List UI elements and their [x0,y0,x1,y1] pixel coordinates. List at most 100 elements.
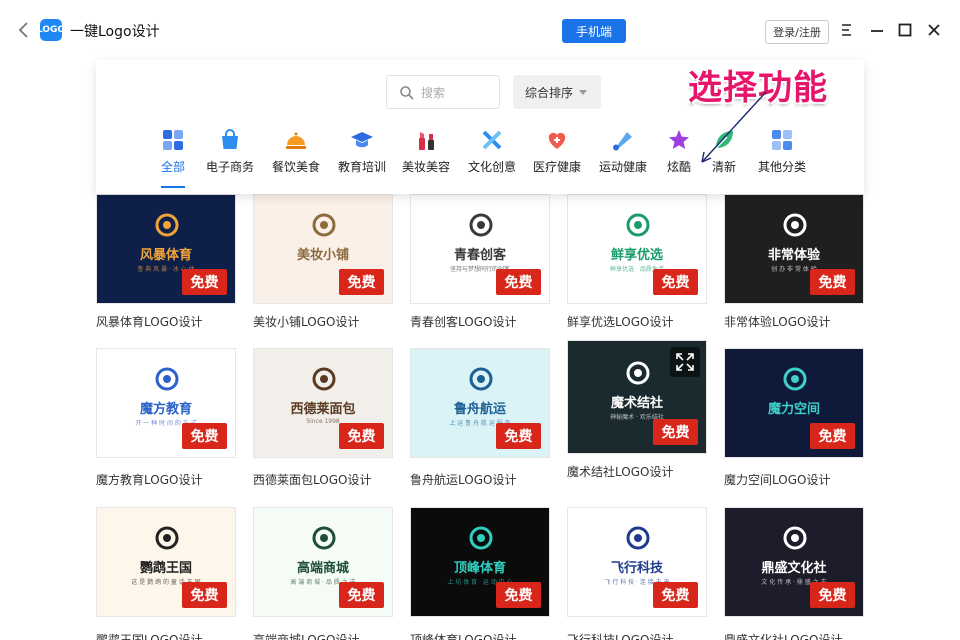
template-caption[interactable]: 鹦鹉王国LOGO设计 [96,631,246,640]
template-logo-text: 鹦鹉王国 [139,561,192,576]
template-caption[interactable]: 魔力空间LOGO设计 [724,471,874,488]
template-caption[interactable]: 美妆小铺LOGO设计 [253,313,403,330]
category-label: 炫酷 [666,160,691,174]
app-logo-icon: LOGO [36,19,66,41]
template-logo-text: 非常体验 [767,248,820,263]
category-tab-5[interactable]: 美妆美容 [391,128,461,188]
template-caption[interactable]: 鲜享优选LOGO设计 [567,313,717,330]
annotation-arrow-icon [701,91,767,163]
template-caption[interactable]: 顶峰体育LOGO设计 [410,631,560,640]
template-logo-icon [783,367,807,391]
free-badge: 免费 [653,582,698,608]
template-logo-icon [469,526,493,550]
template-logo-icon [626,361,650,385]
template-logo-icon [155,213,179,237]
template-card[interactable]: 鲜享优选 鲜享优选 · 品质生活 免费 [567,194,707,304]
free-badge: 免费 [810,423,855,449]
food-cover-icon [286,132,306,149]
minimize-icon[interactable] [869,22,885,38]
expand-icon [676,353,694,371]
template-card[interactable]: 美妆小铺 免费 [253,194,393,304]
category-label: 电子商务 [205,160,254,174]
free-badge: 免费 [496,582,541,608]
category-tab-4[interactable]: 教育培训 [327,128,397,188]
search-box[interactable] [386,75,500,109]
free-badge: 免费 [810,269,855,295]
search-input[interactable] [421,83,493,103]
template-caption[interactable]: 高端商城LOGO设计 [253,631,403,640]
template-caption[interactable]: 非常体验LOGO设计 [724,313,874,330]
template-card[interactable]: 魔方教育开 一 种 时 间 的 方 式免费 [96,348,236,458]
category-label: 教育培训 [337,160,386,174]
template-card[interactable]: 魔术结社 神秘魔术 · 欢乐结社 免费 [567,340,707,454]
template-caption[interactable]: 西德莱面包LOGO设计 [253,471,403,488]
category-label: 医疗健康 [532,160,581,174]
template-caption[interactable]: 飞行科技LOGO设计 [567,631,717,640]
template-card[interactable]: 青春创客 坚持与梦想同行的创客 免费 [410,194,550,304]
close-icon[interactable] [926,22,942,38]
free-badge: 免费 [339,423,384,449]
menu-icon[interactable] [839,22,855,38]
template-logo-text: 魔术结社 [610,396,663,411]
category-label: 美妆美容 [401,160,450,174]
chevron-down-icon [579,89,588,95]
template-caption[interactable]: 青春创客LOGO设计 [410,313,560,330]
template-logo-text: 魔力空间 [767,402,820,417]
category-label: 运动健康 [598,160,647,174]
badminton-icon [613,132,632,151]
category-tab-2[interactable]: 电子商务 [195,128,265,188]
free-badge: 免费 [496,269,541,295]
template-logo-icon [155,367,179,391]
app-title: 一键Logo设计 [70,24,160,40]
free-badge: 免费 [182,423,227,449]
template-logo-text: 风暴体育 [139,248,192,263]
template-card[interactable]: 鼎盛文化社文 化 传 承 · 鼎 盛 之 志免费 [724,507,864,617]
category-label: 文化创意 [467,160,516,174]
app-logo-text: LOGO [36,25,66,35]
template-card[interactable]: 西德莱面包 Since 1998 免费 [253,348,393,458]
search-icon [400,86,414,100]
template-caption[interactable]: 风暴体育LOGO设计 [96,313,246,330]
template-caption[interactable]: 魔术结社LOGO设计 [567,463,717,480]
category-tab-3[interactable]: 餐饮美食 [261,128,331,188]
free-badge: 免费 [653,269,698,295]
template-logo-icon [155,526,179,550]
category-tab-6[interactable]: 文化创意 [457,128,527,188]
title-bar: LOGO 一键Logo设计 手机端 登录/注册 [0,0,960,60]
mobile-version-button[interactable]: 手机端 [562,19,626,43]
category-tab-7[interactable]: 医疗健康 [522,128,592,188]
template-card[interactable]: 鹦鹉王国这 是 鹦 鹉 的 童 话 王 国免费 [96,507,236,617]
creative-tools-icon [482,130,502,150]
template-card[interactable]: 魔力空间免费 [724,348,864,458]
lipstick-icon [419,132,434,150]
template-card[interactable]: 飞行科技飞 行 科 技 · 连 接 未 来免费 [567,507,707,617]
template-logo-text: 青春创客 [453,248,506,263]
template-logo-icon [312,367,336,391]
template-caption[interactable]: 鲁舟航运LOGO设计 [410,471,560,488]
medical-heart-icon [548,132,566,149]
template-caption[interactable]: 鼎盛文化社LOGO设计 [724,631,874,640]
expand-preview-button[interactable] [670,347,700,377]
login-register-button[interactable]: 登录/注册 [765,20,829,44]
template-logo-text: 飞行科技 [610,561,663,576]
shopping-bag-icon [222,129,238,149]
template-card[interactable]: 风暴体育鲁 典 风 暴 · 冰 心 体免费 [96,194,236,304]
template-card[interactable]: 顶峰体育上 坊 体 育 · 运 动 中 心免费 [410,507,550,617]
star-icon [669,130,689,149]
template-card[interactable]: 鲁舟航运上 运 鲁 舟 航 运 服 务免费 [410,348,550,458]
template-logo-icon [783,526,807,550]
template-logo-icon [312,213,336,237]
template-card[interactable]: 高端商城高 端 商 城 · 品 质 之 选免费 [253,507,393,617]
template-caption[interactable]: 魔方教育LOGO设计 [96,471,246,488]
sort-label: 综合排序 [525,85,574,100]
maximize-icon[interactable] [897,22,913,38]
template-card[interactable]: 非常体验创 办 非 常 体 验免费 [724,194,864,304]
template-logo-icon [626,213,650,237]
sort-dropdown[interactable]: 综合排序 [513,75,601,109]
template-logo-text: 鲁舟航运 [453,402,506,417]
template-logo-icon [783,213,807,237]
template-logo-text: 西德莱面包 [290,402,356,417]
template-logo-icon [312,526,336,550]
free-badge: 免费 [182,582,227,608]
back-arrow-icon[interactable] [14,20,34,40]
